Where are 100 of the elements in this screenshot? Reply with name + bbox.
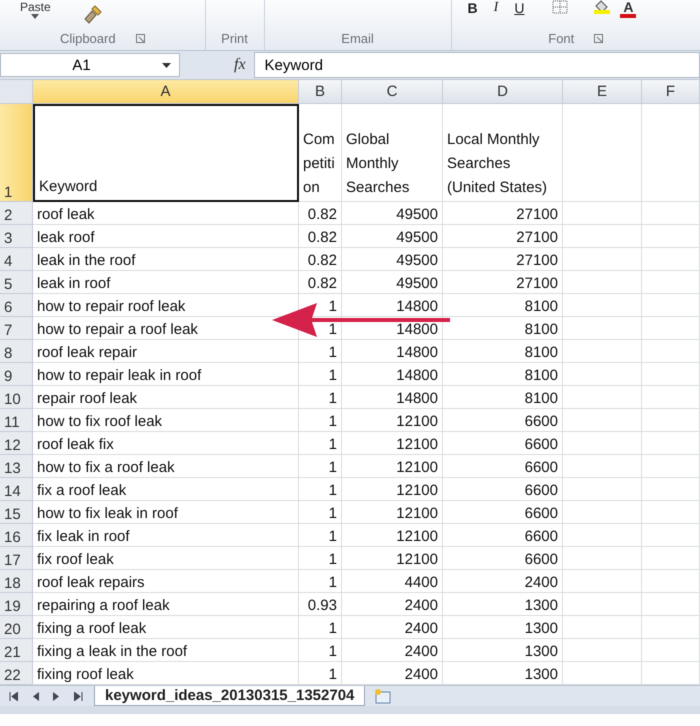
row-header[interactable]: 14 — [0, 478, 33, 501]
column-header[interactable]: B — [299, 80, 342, 104]
empty-cell — [642, 271, 700, 294]
insert-function-button[interactable]: fx — [184, 56, 250, 74]
row-header[interactable]: 11 — [0, 409, 33, 432]
caret-icon — [162, 62, 171, 68]
table-cell: 1 — [328, 390, 337, 407]
column-header[interactable]: E — [563, 80, 642, 104]
table-cell: how to repair a roof leak — [37, 321, 198, 338]
empty-cell — [642, 501, 700, 524]
empty-cell — [642, 294, 700, 317]
row-header[interactable]: 9 — [0, 363, 33, 386]
borders-icon[interactable] — [552, 0, 568, 14]
row-header[interactable]: 4 — [0, 248, 33, 271]
row-header[interactable]: 15 — [0, 501, 33, 524]
table-cell: 12100 — [396, 413, 438, 430]
table-cell: 1 — [328, 620, 337, 637]
table-cell: 8100 — [524, 321, 558, 338]
empty-cell — [642, 593, 700, 616]
row-header[interactable]: 18 — [0, 570, 33, 593]
empty-cell — [642, 409, 700, 432]
row-header[interactable]: 10 — [0, 386, 33, 409]
bold-button[interactable]: B — [464, 0, 482, 16]
column-header[interactable]: D — [443, 80, 563, 104]
row-header[interactable]: 12 — [0, 432, 33, 455]
empty-cell — [642, 202, 700, 225]
empty-cell — [642, 340, 700, 363]
group-label: Font — [548, 31, 574, 46]
table-cell: roof leak fix — [37, 436, 114, 453]
table-cell: roof leak repairs — [37, 574, 145, 591]
row-header[interactable]: 20 — [0, 616, 33, 639]
empty-cell — [642, 616, 700, 639]
table-cell: 14800 — [396, 298, 438, 315]
row-header[interactable]: 8 — [0, 340, 33, 363]
table-cell: fix roof leak — [37, 551, 114, 568]
table-cell: 0.82 — [308, 229, 337, 246]
table-cell: 1 — [328, 413, 337, 430]
row-header[interactable]: 5 — [0, 271, 33, 294]
table-cell: how to fix leak in roof — [37, 505, 178, 522]
group-label: Email — [341, 31, 374, 46]
table-cell: 2400 — [404, 620, 438, 637]
dialog-launcher-icon[interactable] — [594, 34, 604, 43]
row-header[interactable]: 22 — [0, 662, 33, 685]
row-header[interactable]: 16 — [0, 524, 33, 547]
underline-button[interactable]: U — [510, 0, 528, 16]
row-header[interactable]: 19 — [0, 593, 33, 616]
row-header[interactable]: 21 — [0, 639, 33, 662]
table-cell: 4400 — [404, 574, 438, 591]
previous-sheet-icon[interactable] — [32, 692, 39, 700]
row-header[interactable]: 7 — [0, 317, 33, 340]
table-cell: fix a roof leak — [37, 482, 126, 499]
table-cell: 2400 — [404, 597, 438, 614]
first-sheet-icon[interactable] — [9, 692, 18, 700]
sheet-tab[interactable]: keyword_ideas_20130315_1352704 — [94, 686, 366, 706]
row-header[interactable]: 6 — [0, 294, 33, 317]
empty-cell — [642, 225, 700, 248]
table-cell: 27100 — [516, 206, 558, 223]
table-cell: 1 — [328, 482, 337, 499]
row-header[interactable]: 3 — [0, 225, 33, 248]
table-cell: 0.93 — [308, 597, 337, 614]
table-cell: 1 — [328, 505, 337, 522]
table-cell: 1 — [328, 298, 337, 315]
next-sheet-icon[interactable] — [53, 692, 60, 700]
table-cell: 1300 — [524, 620, 558, 637]
table-cell: 6600 — [524, 482, 558, 499]
italic-button[interactable]: I — [490, 0, 502, 16]
table-cell: 6600 — [524, 413, 558, 430]
table-cell: 1 — [328, 643, 337, 660]
row-header[interactable]: 17 — [0, 547, 33, 570]
table-cell: 49500 — [396, 252, 438, 269]
name-box[interactable]: A1 — [0, 53, 180, 77]
table-cell: 12100 — [396, 459, 438, 476]
table-cell: how to repair leak in roof — [37, 367, 202, 384]
formula-field[interactable]: Keyword — [254, 52, 700, 78]
table-cell: 1 — [328, 367, 337, 384]
table-cell: 1 — [328, 321, 337, 338]
format-painter-icon[interactable] — [82, 4, 103, 24]
table-cell: 12100 — [396, 436, 438, 453]
table-cell: 6600 — [524, 505, 558, 522]
column-header[interactable]: C — [342, 80, 443, 104]
row-header[interactable]: 2 — [0, 202, 33, 225]
table-cell: 1 — [328, 436, 337, 453]
last-sheet-icon[interactable] — [74, 692, 83, 700]
table-cell: 2400 — [404, 666, 438, 683]
table-cell: leak roof — [37, 229, 95, 246]
empty-cell — [642, 455, 700, 478]
table-cell-text: Keyword — [39, 177, 98, 197]
column-header[interactable]: A — [33, 80, 299, 104]
table-cell: 14800 — [396, 367, 438, 384]
table-cell: fix leak in roof — [37, 528, 130, 545]
dialog-launcher-icon[interactable] — [136, 34, 145, 43]
insert-sheet-icon[interactable] — [373, 688, 394, 704]
table-cell: 2400 — [524, 574, 558, 591]
row-header[interactable]: 13 — [0, 455, 33, 478]
paste-button[interactable]: Paste — [20, 0, 51, 14]
fill-color-icon[interactable] — [592, 0, 612, 14]
column-header[interactable]: F — [642, 80, 700, 104]
font-color-button[interactable]: A — [620, 0, 636, 18]
row-header[interactable]: 1 — [0, 104, 33, 202]
table-cell: 27100 — [516, 275, 558, 292]
